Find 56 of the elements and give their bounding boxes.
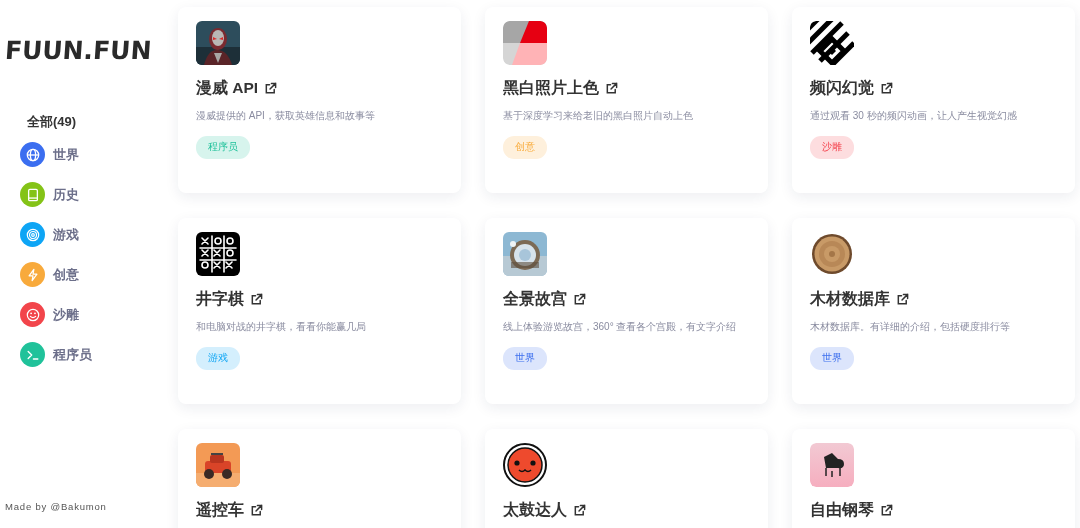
category-tag: 世界 xyxy=(503,347,547,370)
external-link-icon[interactable] xyxy=(250,293,263,306)
app-card[interactable]: 频闪幻觉 通过观看 30 秒的频闪动画，让人产生视觉幻感 沙雕 xyxy=(792,7,1075,193)
app-card[interactable]: 黑白照片上色 基于深度学习来给老旧的黑白照片自动上色 创意 xyxy=(485,7,768,193)
colorize-logo-icon xyxy=(503,21,547,65)
sidebar-item[interactable]: 游戏 xyxy=(53,225,79,244)
external-link-icon[interactable] xyxy=(573,504,586,517)
tic-tac-toe-icon xyxy=(196,232,240,276)
target-icon[interactable] xyxy=(20,222,45,247)
logo[interactable]: FUUN.FUN xyxy=(4,36,153,65)
category-tag: 世界 xyxy=(810,347,854,370)
card-title[interactable]: 黑白照片上色 xyxy=(503,78,599,99)
category-tag: 程序员 xyxy=(196,136,250,159)
app-card[interactable]: 漫威 API 漫威提供的 API，获取英雄信息和故事等 程序员 xyxy=(178,7,461,193)
app-card[interactable]: 木材数据库 木材数据库。有详细的介绍，包括硬度排行等 世界 xyxy=(792,218,1075,404)
app-card[interactable]: 井字棋 和电脑对战的井字棋，看看你能赢几局 游戏 xyxy=(178,218,461,404)
card-description: 通过观看 30 秒的频闪动画，让人产生视觉幻感 xyxy=(810,109,1017,123)
card-description: 基于深度学习来给老旧的黑白照片自动上色 xyxy=(503,109,693,123)
footer-credit: Made by @Bakumon xyxy=(5,501,107,512)
smile-icon[interactable] xyxy=(20,302,45,327)
card-title[interactable]: 井字棋 xyxy=(196,289,244,310)
external-link-icon[interactable] xyxy=(605,82,618,95)
globe-icon[interactable] xyxy=(20,142,45,167)
sidebar-item[interactable]: 程序员 xyxy=(53,345,92,364)
sidebar-item[interactable]: 全部(49) xyxy=(27,113,77,131)
card-description: 线上体验游览故宫，360° 查看各个宫殿，有文字介绍 xyxy=(503,320,737,334)
external-link-icon[interactable] xyxy=(264,82,278,95)
category-tag: 沙雕 xyxy=(810,136,854,159)
external-link-icon[interactable] xyxy=(573,293,586,306)
app-card[interactable]: 自由钢琴 xyxy=(792,429,1075,528)
app-card[interactable]: 全景故宫 线上体验游览故宫，360° 查看各个宫殿，有文字介绍 世界 xyxy=(485,218,768,404)
stripes-icon xyxy=(810,21,854,65)
app-card[interactable]: 遥控车 xyxy=(178,429,461,528)
piano-icon xyxy=(810,443,854,487)
app-card[interactable]: 太鼓达人 xyxy=(485,429,768,528)
card-title[interactable]: 遥控车 xyxy=(196,500,244,521)
category-tag: 创意 xyxy=(503,136,547,159)
external-link-icon[interactable] xyxy=(880,504,893,517)
sidebar-item[interactable]: 历史 xyxy=(53,185,79,204)
sidebar-item[interactable]: 沙雕 xyxy=(53,305,79,324)
card-description: 和电脑对战的井字棋，看看你能赢几局 xyxy=(196,320,366,334)
card-title[interactable]: 漫威 API xyxy=(196,78,259,99)
card-description: 木材数据库。有详细的介绍，包括硬度排行等 xyxy=(810,320,1010,334)
card-title[interactable]: 全景故宫 xyxy=(503,289,567,310)
sidebar-item[interactable]: 创意 xyxy=(53,265,79,284)
sidebar-item[interactable]: 世界 xyxy=(53,145,79,164)
external-link-icon[interactable] xyxy=(880,82,893,95)
external-link-icon[interactable] xyxy=(896,293,909,306)
card-title[interactable]: 频闪幻觉 xyxy=(810,78,874,99)
card-description: 漫威提供的 API，获取英雄信息和故事等 xyxy=(196,109,375,123)
drum-face-icon xyxy=(503,443,547,487)
card-title[interactable]: 自由钢琴 xyxy=(810,500,874,521)
category-tag: 游戏 xyxy=(196,347,240,370)
card-title[interactable]: 太鼓达人 xyxy=(503,500,567,521)
external-link-icon[interactable] xyxy=(250,504,263,517)
card-title[interactable]: 木材数据库 xyxy=(810,289,890,310)
